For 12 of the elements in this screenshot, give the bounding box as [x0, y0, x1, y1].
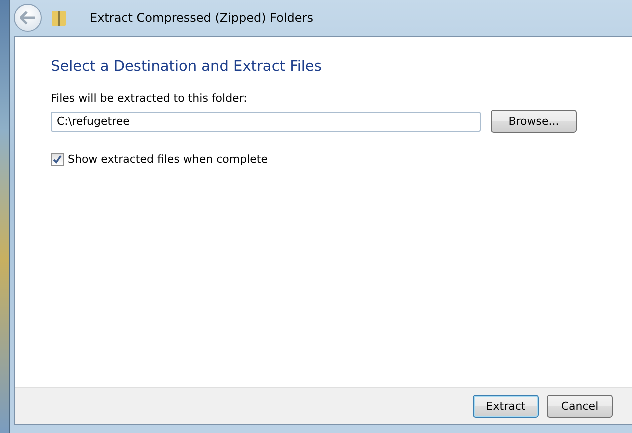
browse-button[interactable]: Browse... [491, 110, 577, 133]
field-label: Files will be extracted to this folder: [51, 92, 248, 105]
checkbox[interactable] [51, 153, 64, 166]
destination-field[interactable]: C:\refugetree [51, 112, 481, 132]
checkbox-label: Show extracted files when complete [68, 153, 268, 166]
back-button[interactable] [14, 4, 42, 32]
page-heading: Select a Destination and Extract Files [51, 59, 323, 75]
dialog-button[interactable]: Cancel [547, 394, 613, 418]
back-arrow-icon [20, 11, 36, 25]
zipped-folder-icon [52, 10, 66, 26]
dialog-button[interactable]: Extract [473, 394, 539, 418]
window-title: Extract Compressed (Zipped) Folders [90, 11, 314, 25]
